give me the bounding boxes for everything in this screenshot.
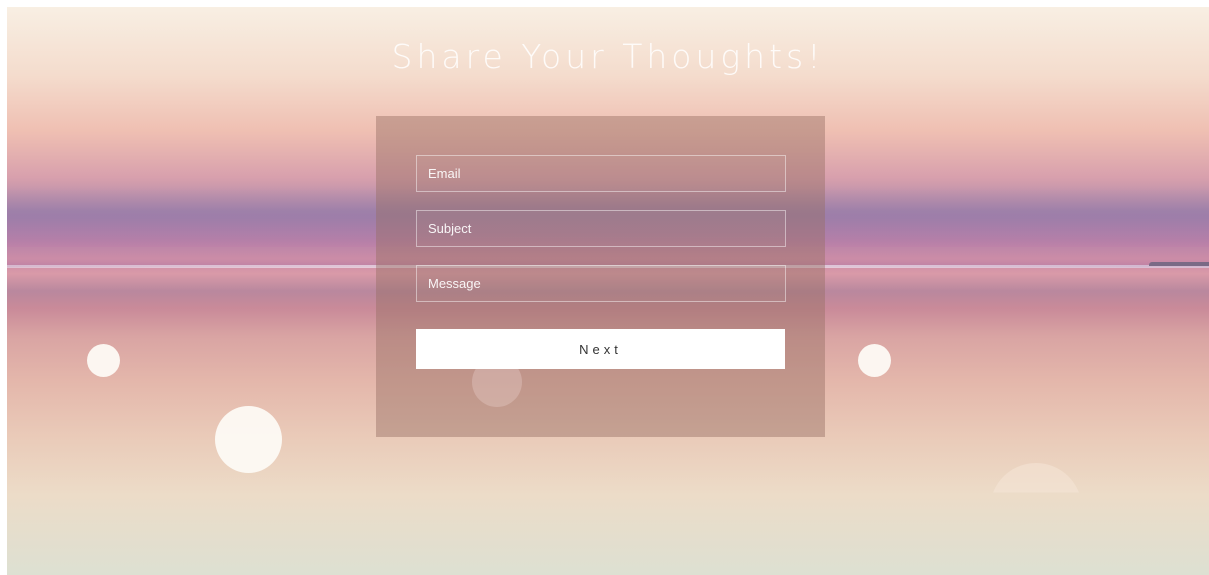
subject-field[interactable] <box>417 211 785 246</box>
bubble-half-bottom-right <box>990 463 1082 493</box>
message-field[interactable] <box>417 266 785 301</box>
subject-field-wrapper <box>416 210 786 247</box>
page-background: Share Your Thoughts! Next <box>7 7 1209 575</box>
contact-form: Next <box>376 116 825 437</box>
email-field[interactable] <box>417 156 785 191</box>
page-title: Share Your Thoughts! <box>391 37 825 76</box>
distant-island <box>1149 262 1209 266</box>
next-button[interactable]: Next <box>416 329 785 369</box>
email-field-wrapper <box>416 155 786 192</box>
bubble-large-left <box>215 406 282 473</box>
message-field-wrapper <box>416 265 786 302</box>
bubble-small-right <box>858 344 891 377</box>
bubble-small-left <box>87 344 120 377</box>
